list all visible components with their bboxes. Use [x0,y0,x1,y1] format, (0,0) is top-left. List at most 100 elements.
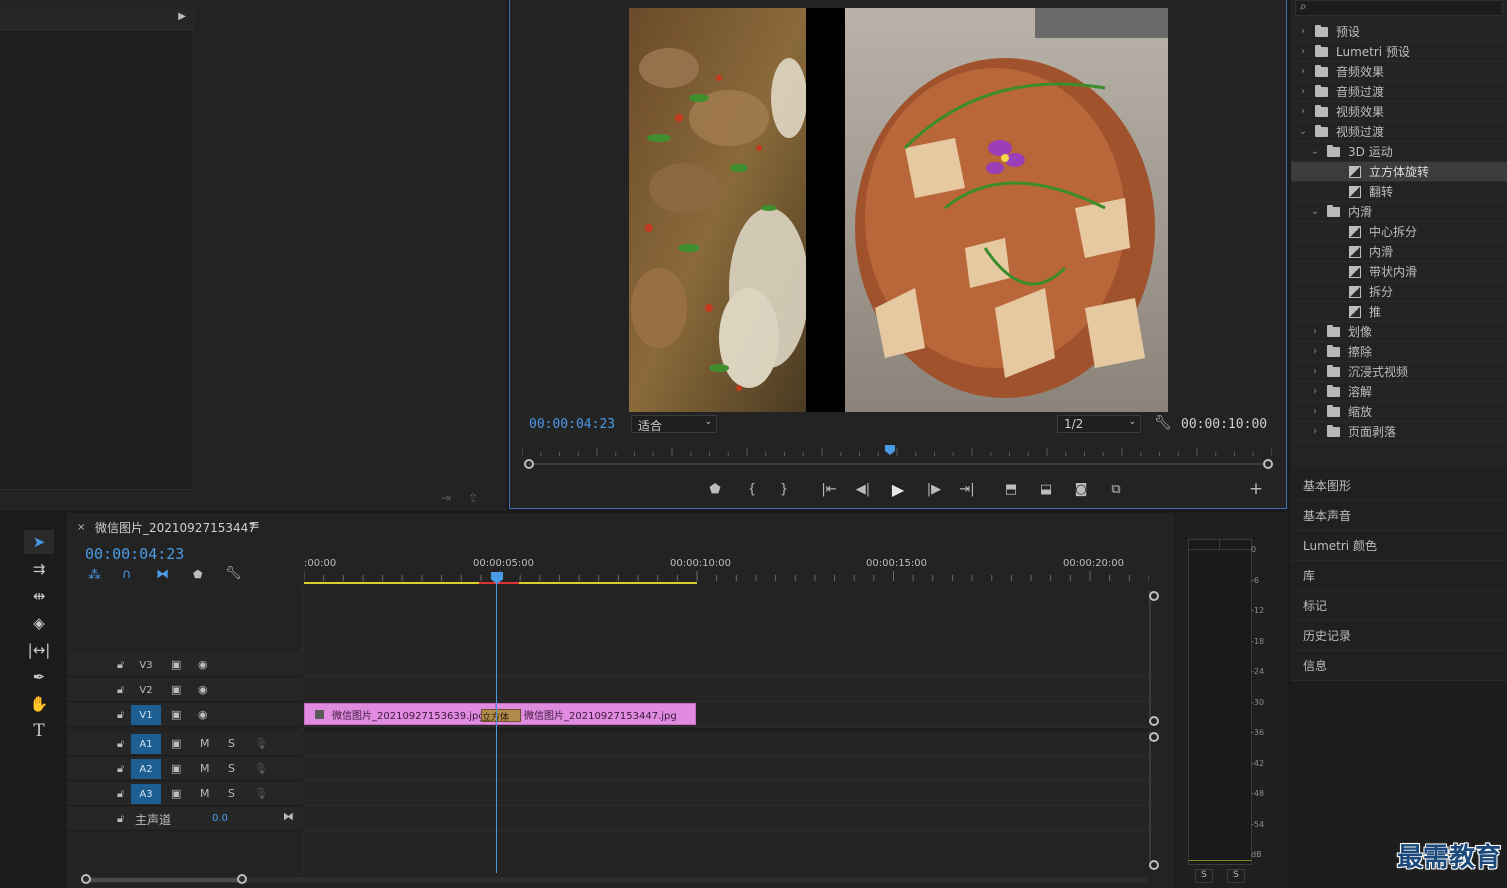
track-v3[interactable] [304,653,1149,677]
type-tool-icon[interactable]: T [24,719,54,743]
timeline-timecode[interactable]: 00:00:04:23 [85,545,184,563]
track-master[interactable] [304,807,1149,831]
solo-button[interactable]: S [228,787,235,800]
chevron-down-icon[interactable]: ⌄ [1297,126,1309,137]
transition-item[interactable]: 推 [1291,302,1507,322]
linked-selection-icon[interactable]: ⧓ [156,567,169,582]
camera-icon[interactable]: ◙ [1070,478,1092,500]
track-a2[interactable] [304,757,1149,781]
transition-marker[interactable]: 立方体 [481,709,521,722]
track-name[interactable]: V1 [131,705,161,725]
chevron-right-icon[interactable]: › [1309,326,1321,337]
video-scrollbar-track[interactable] [1149,591,1151,717]
transition-item[interactable]: 中心拆分 [1291,222,1507,242]
ripple-edit-tool-icon[interactable]: ⇹ [24,584,54,608]
scroll-handle-left[interactable] [524,459,534,469]
panel-essential-graphics[interactable]: 基本图形 [1291,471,1507,501]
transition-item[interactable]: 立方体旋转 [1291,162,1507,182]
razor-tool-icon[interactable]: ◈ [24,611,54,635]
track-v2[interactable] [304,678,1149,702]
scroll-handle[interactable] [1149,716,1159,726]
scroll-handle[interactable] [1149,732,1159,742]
solo-left-button[interactable]: S [1195,869,1213,883]
solo-right-button[interactable]: S [1227,869,1245,883]
chevron-right-icon[interactable]: › [1309,366,1321,377]
effect-folder[interactable]: › 擦除 [1291,342,1507,362]
clip-a[interactable]: 微信图片_20210927153639.jpg [304,703,496,725]
insert-icon[interactable]: ⇥ [441,491,451,505]
effect-folder[interactable]: › 视频效果 [1291,102,1507,122]
lock-icon[interactable]: 🔓︎ [117,658,124,672]
chevron-right-icon[interactable]: › [1297,66,1309,77]
effect-folder[interactable]: ⌄ 3D 运动 [1291,142,1507,162]
track-name[interactable]: A1 [131,734,161,754]
chevron-right-icon[interactable]: › [1297,86,1309,97]
chevron-right-icon[interactable]: ▶ [178,11,186,22]
mute-button[interactable]: M [200,787,210,800]
scroll-handle[interactable] [81,874,91,884]
solo-button[interactable]: S [228,737,235,750]
extract-icon[interactable]: ⬓ [1035,478,1057,500]
master-volume-value[interactable]: 0.0 [212,813,228,824]
lock-icon[interactable]: 🔓︎ [117,708,124,722]
chevron-right-icon[interactable]: › [1297,46,1309,57]
pen-tool-icon[interactable]: ✒ [24,665,54,689]
solo-button[interactable]: S [228,762,235,775]
transition-item[interactable]: 翻转 [1291,182,1507,202]
resolution-dropdown[interactable]: 1/2 ⌄ [1057,415,1141,433]
lock-icon[interactable]: 🔓︎ [117,737,124,751]
scroll-handle[interactable] [1149,860,1159,870]
lock-icon[interactable]: 🔓︎ [117,762,124,776]
go-to-in-icon[interactable]: |⇤ [818,478,840,500]
step-back-icon[interactable]: ◀| [852,478,874,500]
chevron-right-icon[interactable]: › [1309,386,1321,397]
chevron-down-icon[interactable]: ⌄ [1309,146,1321,157]
compare-view-icon[interactable]: ⧉ [1105,478,1127,500]
eye-icon[interactable]: ◉ [198,708,208,721]
fit-dropdown[interactable]: 适合 ⌄ [631,415,717,433]
mute-button[interactable]: M [200,762,210,775]
scroll-handle[interactable] [1149,591,1159,601]
transition-item[interactable]: 带状内滑 [1291,262,1507,282]
film-icon[interactable]: ▣ [171,658,181,671]
effect-folder[interactable]: › 音频效果 [1291,62,1507,82]
effect-folder[interactable]: ⌄ 内滑 [1291,202,1507,222]
nest-icon[interactable]: ⁂ [88,568,101,583]
track-a1[interactable] [304,732,1149,756]
step-forward-icon[interactable]: |▶ [923,478,945,500]
mark-in-icon[interactable]: { [741,478,763,500]
program-current-timecode[interactable]: 00:00:04:23 [529,417,615,432]
add-marker-icon[interactable]: ⬟ [704,478,726,500]
close-icon[interactable]: × [77,522,85,533]
chevron-right-icon[interactable]: › [1297,106,1309,117]
panel-essential-sound[interactable]: 基本声音 [1291,501,1507,531]
track-name[interactable]: A2 [131,759,161,779]
chevron-right-icon[interactable]: › [1309,426,1321,437]
microphone-icon[interactable]: 🎙︎ [254,762,268,775]
mute-button[interactable]: M [200,737,210,750]
panel-libraries[interactable]: 库 [1291,561,1507,591]
clip-b[interactable]: 微信图片_20210927153447.jpg [496,703,696,725]
effect-folder[interactable]: › 划像 [1291,322,1507,342]
effects-search-input[interactable]: ⌕ [1295,0,1503,16]
add-marker-icon[interactable]: ⬟ [193,568,203,581]
program-ruler[interactable] [522,446,1272,458]
hand-tool-icon[interactable]: ✋ [24,692,54,716]
effect-folder[interactable]: › 音频过渡 [1291,82,1507,102]
effect-folder[interactable]: › 页面剥落 [1291,422,1507,442]
eye-icon[interactable]: ◉ [198,683,208,696]
track-name[interactable]: V3 [131,655,161,675]
menu-icon[interactable]: ≡ [249,518,260,533]
chevron-down-icon[interactable]: ⌄ [1309,206,1321,217]
panel-history[interactable]: 历史记录 [1291,621,1507,651]
eye-icon[interactable]: ◉ [198,658,208,671]
transition-item[interactable]: 内滑 [1291,242,1507,262]
chevron-right-icon[interactable]: › [1297,26,1309,37]
effect-folder[interactable]: › Lumetri 预设 [1291,42,1507,62]
lock-icon[interactable]: 🔓︎ [117,812,124,826]
panel-markers[interactable]: 标记 [1291,591,1507,621]
wrench-icon[interactable]: 🔧︎ [1154,415,1172,431]
lift-icon[interactable]: ⬒ [1000,478,1022,500]
lock-icon[interactable]: 🔓︎ [117,683,124,697]
mark-out-icon[interactable]: } [773,478,795,500]
